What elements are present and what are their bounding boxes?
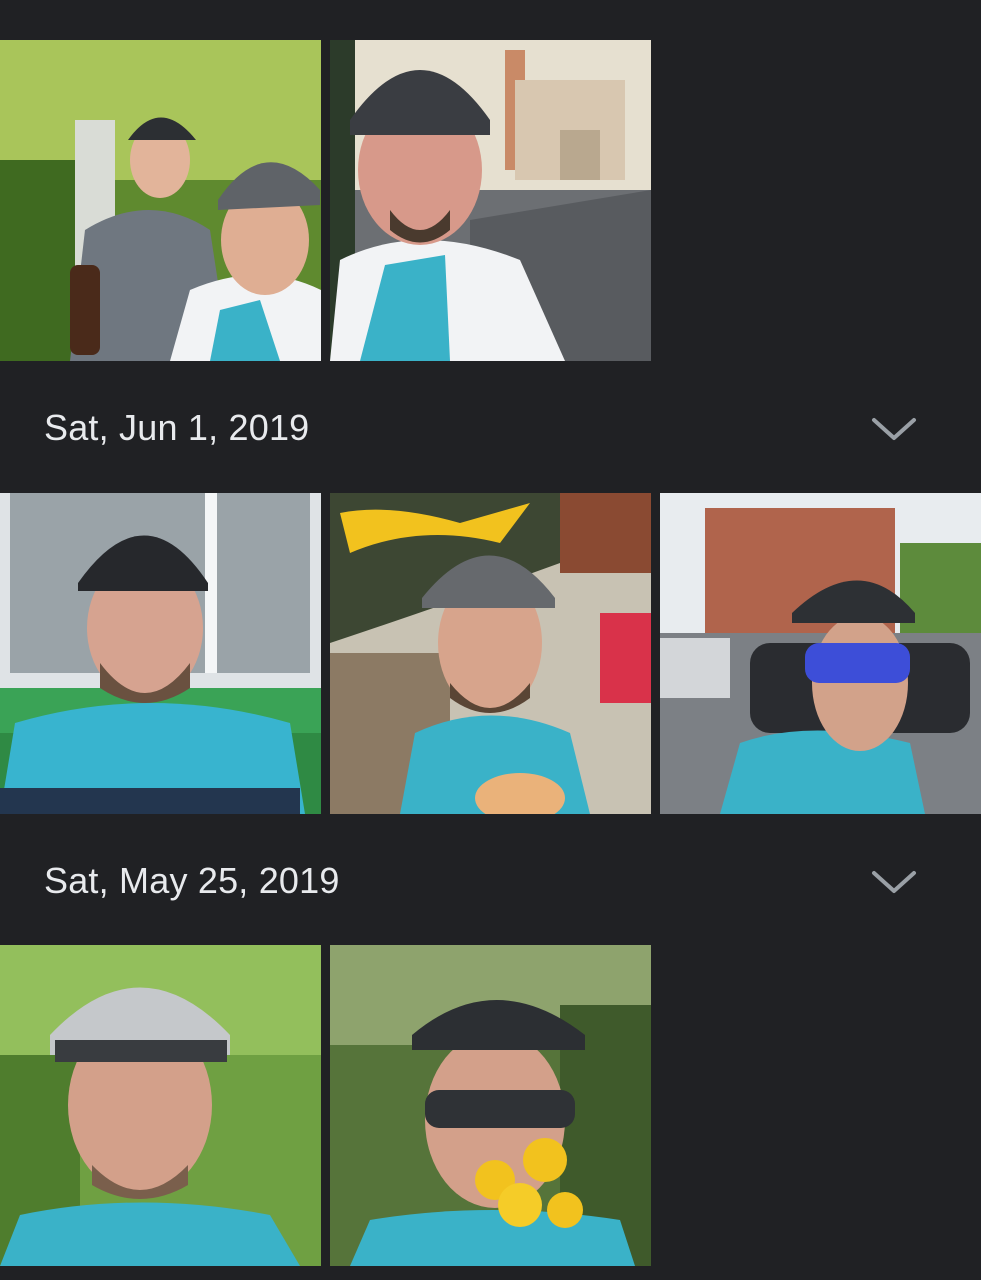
date-header: Sat, Jun 1, 2019 (0, 362, 981, 493)
two-cyclists-selfie-image (0, 40, 321, 361)
photo-thumbnail[interactable] (660, 493, 981, 814)
chevron-down-icon[interactable] (868, 410, 920, 446)
photo-row-2 (0, 493, 981, 814)
date-label: Sat, Jun 1, 2019 (44, 406, 310, 448)
photo-thumbnail[interactable] (0, 945, 321, 1266)
photo-thumbnail[interactable] (0, 40, 321, 361)
cyclist-fortress-image (660, 493, 981, 814)
cyclist-bell-tower-image (330, 40, 651, 361)
chevron-down-icon[interactable] (868, 863, 920, 899)
photo-thumbnail[interactable] (330, 40, 651, 361)
photo-thumbnail[interactable] (330, 493, 651, 814)
photo-row-3 (0, 945, 981, 1266)
date-header: Sat, May 25, 2019 (0, 815, 981, 946)
date-label: Sat, May 25, 2019 (44, 859, 340, 901)
cyclist-window-image (0, 493, 321, 814)
photo-row-1 (0, 40, 981, 361)
photo-gallery: Sat, Jun 1, 2019 Sat, May 25, 2019 (0, 0, 981, 1280)
photo-thumbnail[interactable] (0, 493, 321, 814)
cyclist-dandelions-image (330, 945, 651, 1266)
cyclist-restaurant-image (330, 493, 651, 814)
photo-thumbnail[interactable] (330, 945, 651, 1266)
cyclist-forest-image (0, 945, 321, 1266)
